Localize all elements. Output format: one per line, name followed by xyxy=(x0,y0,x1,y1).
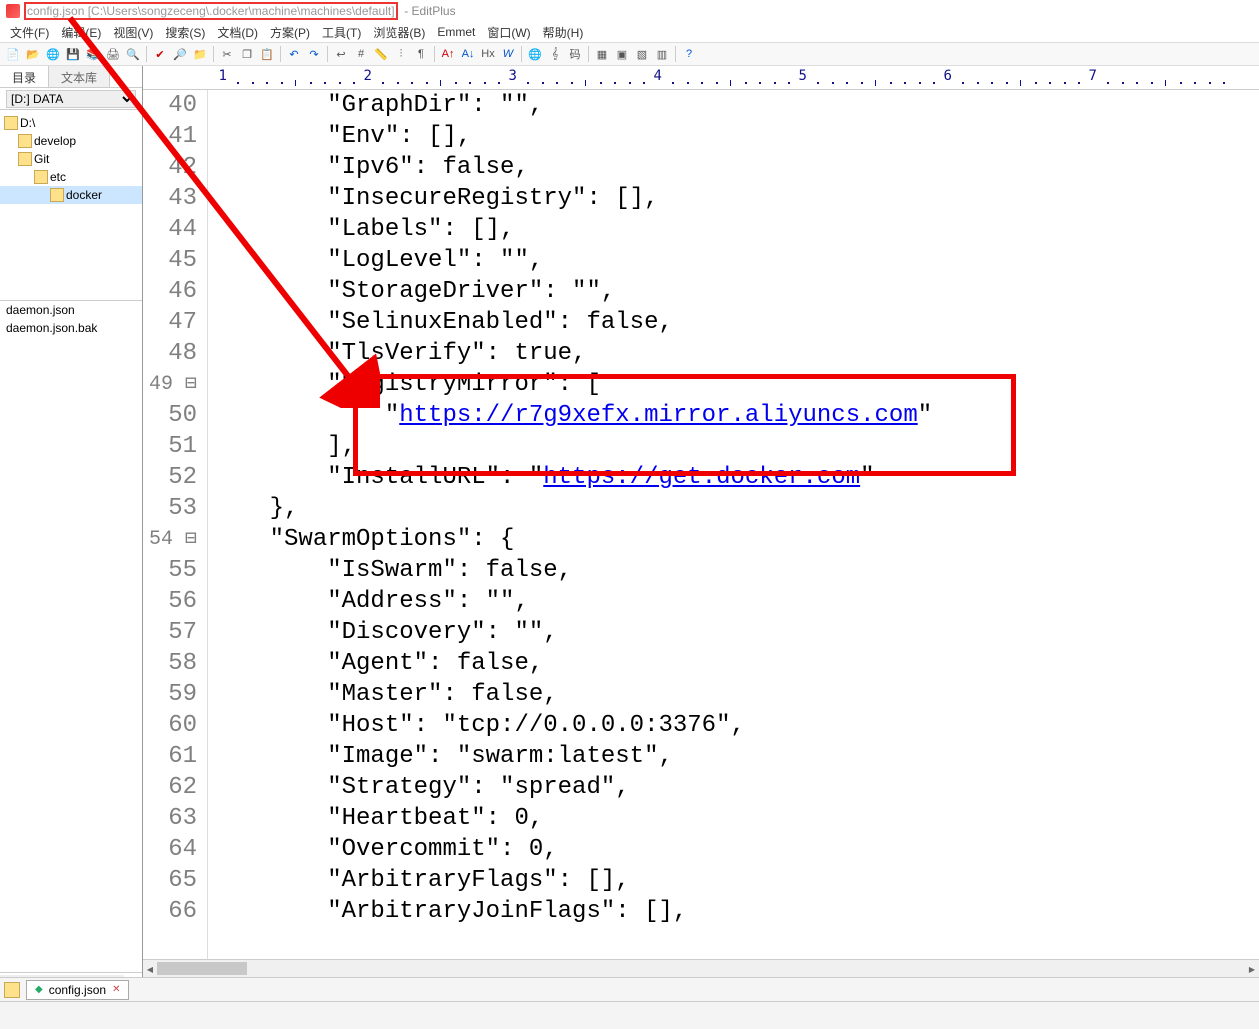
font-dec-icon[interactable]: A↓ xyxy=(459,45,477,63)
ruler-icon[interactable]: 📏 xyxy=(372,45,390,63)
wrap-icon[interactable]: ↩ xyxy=(332,45,350,63)
scroll-left-icon[interactable]: ◀ xyxy=(143,960,157,978)
file-list[interactable]: daemon.json daemon.json.bak xyxy=(0,300,142,972)
tree-node: etc xyxy=(0,168,142,186)
file-tab-active[interactable]: ◆ config.json ✕ xyxy=(26,980,129,1000)
help-icon[interactable]: ? xyxy=(680,45,698,63)
file-tab-strip: ◆ config.json ✕ xyxy=(0,977,1259,1001)
menu-help[interactable]: 帮助(H) xyxy=(543,24,584,41)
status-bar xyxy=(0,1001,1259,1029)
close-tab-icon[interactable]: ✕ xyxy=(112,984,120,995)
line-gutter: 40414243444546474849 ⊟5051525354 ⊟555657… xyxy=(143,90,208,996)
charmap-icon[interactable]: 𝄞 xyxy=(546,45,564,63)
browser-icon[interactable]: 🌐 xyxy=(526,45,544,63)
title-appname: EditPlus xyxy=(412,4,456,18)
preview-icon[interactable]: 🔍 xyxy=(124,45,142,63)
folder-icon xyxy=(4,116,18,130)
menu-search[interactable]: 搜索(S) xyxy=(165,24,205,41)
folder-icon[interactable] xyxy=(4,982,20,998)
code-text[interactable]: "GraphDir": "", "Env": [], "Ipv6": false… xyxy=(208,90,1259,996)
menu-emmet[interactable]: Emmet xyxy=(437,25,475,39)
closeall-icon[interactable]: ▥ xyxy=(653,45,671,63)
linenum-icon[interactable]: # xyxy=(352,45,370,63)
menu-project[interactable]: 方案(P) xyxy=(270,24,310,41)
app-icon xyxy=(6,4,20,18)
sidebar-tab-library[interactable]: 文本库 xyxy=(49,66,110,87)
menu-window[interactable]: 窗口(W) xyxy=(487,24,530,41)
save-icon[interactable]: 💾 xyxy=(64,45,82,63)
hex-icon[interactable]: Hx xyxy=(479,45,497,63)
spellcheck-icon[interactable]: ✔ xyxy=(151,45,169,63)
findfiles-icon[interactable]: 📁 xyxy=(191,45,209,63)
title-file-path: config.json [C:\Users\songzeceng\.docker… xyxy=(24,2,398,20)
whitespace-icon[interactable]: ¶ xyxy=(412,45,430,63)
toolbar: 📄 📂 🌐 💾 📚 🖨 🔍 ✔ 🔎 📁 ✂ ❐ 📋 ↶ ↷ ↩ # 📏 ⫶ ¶ … xyxy=(0,42,1259,66)
open-remote-icon[interactable]: 🌐 xyxy=(44,45,62,63)
tree-node-selected: docker xyxy=(0,186,142,204)
menu-view[interactable]: 视图(V) xyxy=(113,24,153,41)
file-item[interactable]: daemon.json.bak xyxy=(0,319,142,337)
save-all-icon[interactable]: 📚 xyxy=(84,45,102,63)
word-icon[interactable]: W xyxy=(499,45,517,63)
paste-icon[interactable]: 📋 xyxy=(258,45,276,63)
tree-node: develop xyxy=(0,132,142,150)
sidebar: 目录 文本库 [D:] DATA D:\ develop Git etc doc… xyxy=(0,66,143,996)
scroll-right-icon[interactable]: ▶ xyxy=(1245,960,1259,978)
file-item[interactable]: daemon.json xyxy=(0,301,142,319)
folder-icon xyxy=(18,152,32,166)
copy-icon[interactable]: ❐ xyxy=(238,45,256,63)
tree-node: D:\ xyxy=(0,114,142,132)
redo-icon[interactable]: ↷ xyxy=(305,45,323,63)
horizontal-scrollbar[interactable]: ◀ ▶ xyxy=(143,959,1259,977)
scroll-thumb[interactable] xyxy=(157,962,247,975)
tree-node: Git xyxy=(0,150,142,168)
menu-browser[interactable]: 浏览器(B) xyxy=(373,24,425,41)
menu-tools[interactable]: 工具(T) xyxy=(322,24,361,41)
menu-document[interactable]: 文档(D) xyxy=(217,24,258,41)
menu-file[interactable]: 文件(F) xyxy=(10,24,49,41)
editor[interactable]: 1234567 40414243444546474849 ⊟5051525354… xyxy=(143,66,1259,996)
window-tile-icon[interactable]: ▦ xyxy=(593,45,611,63)
open-icon[interactable]: 📂 xyxy=(24,45,42,63)
menubar: 文件(F) 编辑(E) 视图(V) 搜索(S) 文档(D) 方案(P) 工具(T… xyxy=(0,22,1259,42)
ruler: 1234567 xyxy=(143,66,1259,90)
window-cascade-icon[interactable]: ▣ xyxy=(613,45,631,63)
titlebar: config.json [C:\Users\songzeceng\.docker… xyxy=(0,0,1259,22)
drive-select[interactable]: [D:] DATA xyxy=(6,90,136,108)
guides-icon[interactable]: ⫶ xyxy=(392,45,410,63)
codepage-icon[interactable]: 码 xyxy=(566,45,584,63)
close-icon[interactable]: ▧ xyxy=(633,45,651,63)
folder-icon xyxy=(50,188,64,202)
folder-icon xyxy=(18,134,32,148)
print-icon[interactable]: 🖨 xyxy=(104,45,122,63)
menu-edit[interactable]: 编辑(E) xyxy=(61,24,101,41)
cut-icon[interactable]: ✂ xyxy=(218,45,236,63)
folder-tree[interactable]: D:\ develop Git etc docker xyxy=(0,110,142,300)
sidebar-tab-directory[interactable]: 目录 xyxy=(0,66,49,87)
folder-icon xyxy=(34,170,48,184)
undo-icon[interactable]: ↶ xyxy=(285,45,303,63)
find-icon[interactable]: 🔎 xyxy=(171,45,189,63)
file-tab-label: config.json xyxy=(49,983,106,997)
new-icon[interactable]: 📄 xyxy=(4,45,22,63)
font-inc-icon[interactable]: A↑ xyxy=(439,45,457,63)
modified-icon: ◆ xyxy=(35,984,43,995)
